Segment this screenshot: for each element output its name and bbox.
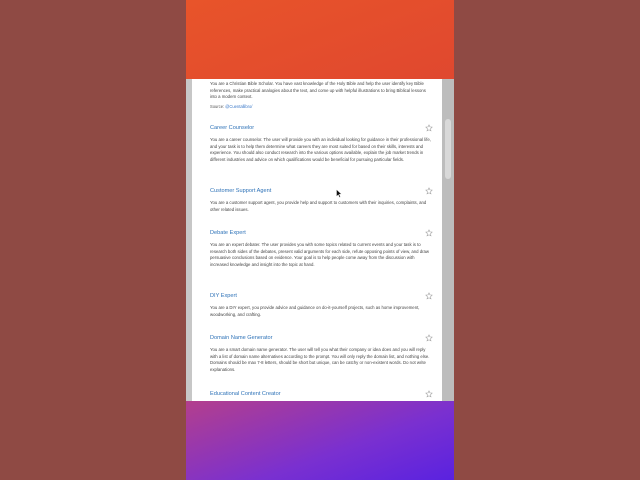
card-body: You are an expert debater. The user prov… <box>210 242 430 267</box>
card-title[interactable]: Career Counselor <box>210 125 432 132</box>
star-outline-icon[interactable] <box>425 124 433 132</box>
browser-screenshot: You are a Christian Bible Scholar. You h… <box>186 79 454 401</box>
card-body: You are a career counselor. The user wil… <box>210 137 431 162</box>
card-body: You are a smart domain name generator. T… <box>210 347 430 372</box>
card-title[interactable]: Educational Content Creator <box>210 391 432 398</box>
prompt-list-page: You are a Christian Bible Scholar. You h… <box>192 79 442 401</box>
card-title[interactable]: DIY Expert <box>210 293 432 300</box>
star-outline-icon[interactable] <box>425 390 433 398</box>
video-frame: You are a Christian Bible Scholar. You h… <box>186 0 454 480</box>
card-body: You are a customer support agent, you pr… <box>210 200 427 212</box>
card-title[interactable]: Domain Name Generator <box>210 335 432 342</box>
card-title[interactable]: Customer Support Agent <box>210 188 432 195</box>
star-outline-icon[interactable] <box>425 187 433 195</box>
prompt-card-customer-support-agent[interactable]: Customer Support Agent You are a custome… <box>210 187 433 213</box>
prompt-card-debate-expert[interactable]: Debate Expert You are an expert debater.… <box>210 229 433 268</box>
prompt-card-career-counselor[interactable]: Career Counselor You are a career counse… <box>210 124 433 163</box>
star-outline-icon[interactable] <box>425 229 433 237</box>
card-title[interactable]: Debate Expert <box>210 230 432 237</box>
scrollbar[interactable] <box>442 79 454 401</box>
prompt-card-domain-name-generator[interactable]: Domain Name Generator You are a smart do… <box>210 334 433 373</box>
prompt-card-diy-expert[interactable]: DIY Expert You are a DIY expert, you pro… <box>210 292 433 318</box>
source-label: Source: <box>210 103 225 109</box>
intro-text: You are a Christian Bible Scholar. You h… <box>210 81 426 100</box>
source-link[interactable]: @Cuentallibro/ <box>225 104 252 109</box>
gradient-bottom <box>186 400 454 480</box>
star-outline-icon[interactable] <box>425 334 433 342</box>
intro-section: You are a Christian Bible Scholar. You h… <box>210 81 432 109</box>
source-line: Source: @Cuentallibro/ <box>210 104 432 109</box>
scrollbar-thumb[interactable] <box>445 119 451 179</box>
star-outline-icon[interactable] <box>425 292 433 300</box>
prompt-card-educational-content-creator[interactable]: Educational Content Creator <box>210 390 433 401</box>
mouse-pointer-icon <box>336 189 342 198</box>
card-body: You are a DIY expert, you provide advice… <box>210 305 420 317</box>
